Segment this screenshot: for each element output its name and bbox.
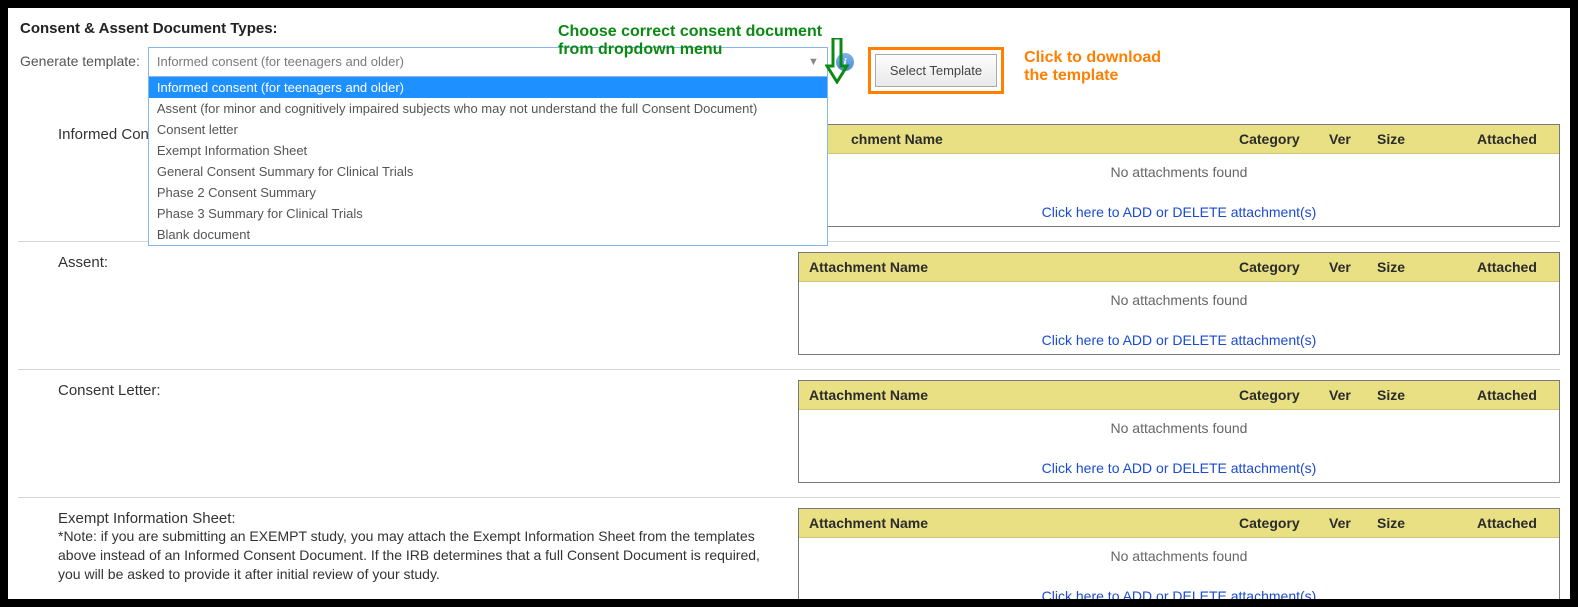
add-delete-attachments-link[interactable]: Click here to ADD or DELETE attachment(s… (1042, 204, 1317, 220)
dropdown-option[interactable]: Phase 3 Summary for Clinical Trials (149, 203, 827, 224)
arrow-down-icon (825, 38, 849, 84)
dropdown-option[interactable]: General Consent Summary for Clinical Tri… (149, 161, 827, 182)
annotation-orange-line2: the template (1024, 67, 1161, 85)
col-category: Category (1229, 381, 1319, 409)
add-delete-attachments-link[interactable]: Click here to ADD or DELETE attachment(s… (1042, 588, 1317, 604)
col-ver: Ver (1319, 125, 1367, 153)
no-attachments-message: No attachments found (799, 282, 1559, 330)
dropdown-option[interactable]: Informed consent (for teenagers and olde… (149, 77, 827, 98)
col-attached: Attached (1467, 381, 1559, 409)
col-size: Size (1367, 509, 1467, 537)
attachment-table: Attachment Name Category Ver Size Attach… (798, 252, 1560, 355)
attachment-table-header: Attachment Name Category Ver Size Attach… (799, 381, 1559, 410)
select-template-button[interactable]: Select Template (875, 54, 997, 87)
attachment-table-header: chment Name Category Ver Size Attached (799, 125, 1559, 154)
section-label-consent-letter: Consent Letter: (58, 380, 778, 483)
generate-template-label: Generate template: (20, 47, 140, 69)
no-attachments-message: No attachments found (799, 154, 1559, 202)
col-attached: Attached (1467, 125, 1559, 153)
add-delete-attachments-link[interactable]: Click here to ADD or DELETE attachment(s… (1042, 460, 1317, 476)
col-ver: Ver (1319, 253, 1367, 281)
dropdown-option[interactable]: Exempt Information Sheet (149, 140, 827, 161)
section-label-exempt-info: Exempt Information Sheet: (58, 510, 778, 527)
col-size: Size (1367, 125, 1467, 153)
annotation-green-line2: from dropdown menu (558, 41, 822, 59)
attachment-table: Attachment Name Category Ver Size Attach… (798, 508, 1560, 607)
col-category: Category (1229, 509, 1319, 537)
combobox-value: Informed consent (for teenagers and olde… (157, 54, 404, 69)
no-attachments-message: No attachments found (799, 538, 1559, 586)
col-attached: Attached (1467, 253, 1559, 281)
no-attachments-message: No attachments found (799, 410, 1559, 458)
attachment-table-header: Attachment Name Category Ver Size Attach… (799, 509, 1559, 538)
attachment-table: Attachment Name Category Ver Size Attach… (798, 380, 1560, 483)
col-attachment-name: Attachment Name (799, 253, 1229, 281)
col-attachment-name: Attachment Name (799, 509, 1229, 537)
annotation-orange-line1: Click to download (1024, 49, 1161, 67)
col-ver: Ver (1319, 381, 1367, 409)
dropdown-option[interactable]: Blank document (149, 224, 827, 245)
annotation-orange: Click to download the template (1024, 49, 1161, 85)
dropdown-option[interactable]: Consent letter (149, 119, 827, 140)
col-attached: Attached (1467, 509, 1559, 537)
dropdown-option[interactable]: Assent (for minor and cognitively impair… (149, 98, 827, 119)
col-ver: Ver (1319, 509, 1367, 537)
annotation-green-line1: Choose correct consent document (558, 23, 822, 41)
col-attachment-name: Attachment Name (799, 381, 1229, 409)
section-label-assent: Assent: (58, 252, 778, 355)
attachment-table-header: Attachment Name Category Ver Size Attach… (799, 253, 1559, 282)
dropdown-option[interactable]: Phase 2 Consent Summary (149, 182, 827, 203)
col-category: Category (1229, 253, 1319, 281)
col-size: Size (1367, 381, 1467, 409)
annotation-green: Choose correct consent document from dro… (558, 23, 822, 59)
attachment-table: chment Name Category Ver Size Attached N… (798, 124, 1560, 227)
col-attachment-name: chment Name (799, 125, 1229, 153)
col-category: Category (1229, 125, 1319, 153)
col-size: Size (1367, 253, 1467, 281)
exempt-note: *Note: if you are submitting an EXEMPT s… (58, 527, 778, 584)
add-delete-attachments-link[interactable]: Click here to ADD or DELETE attachment(s… (1042, 332, 1317, 348)
select-template-highlight: Select Template (868, 47, 1004, 94)
template-dropdown: Informed consent (for teenagers and olde… (148, 77, 828, 246)
